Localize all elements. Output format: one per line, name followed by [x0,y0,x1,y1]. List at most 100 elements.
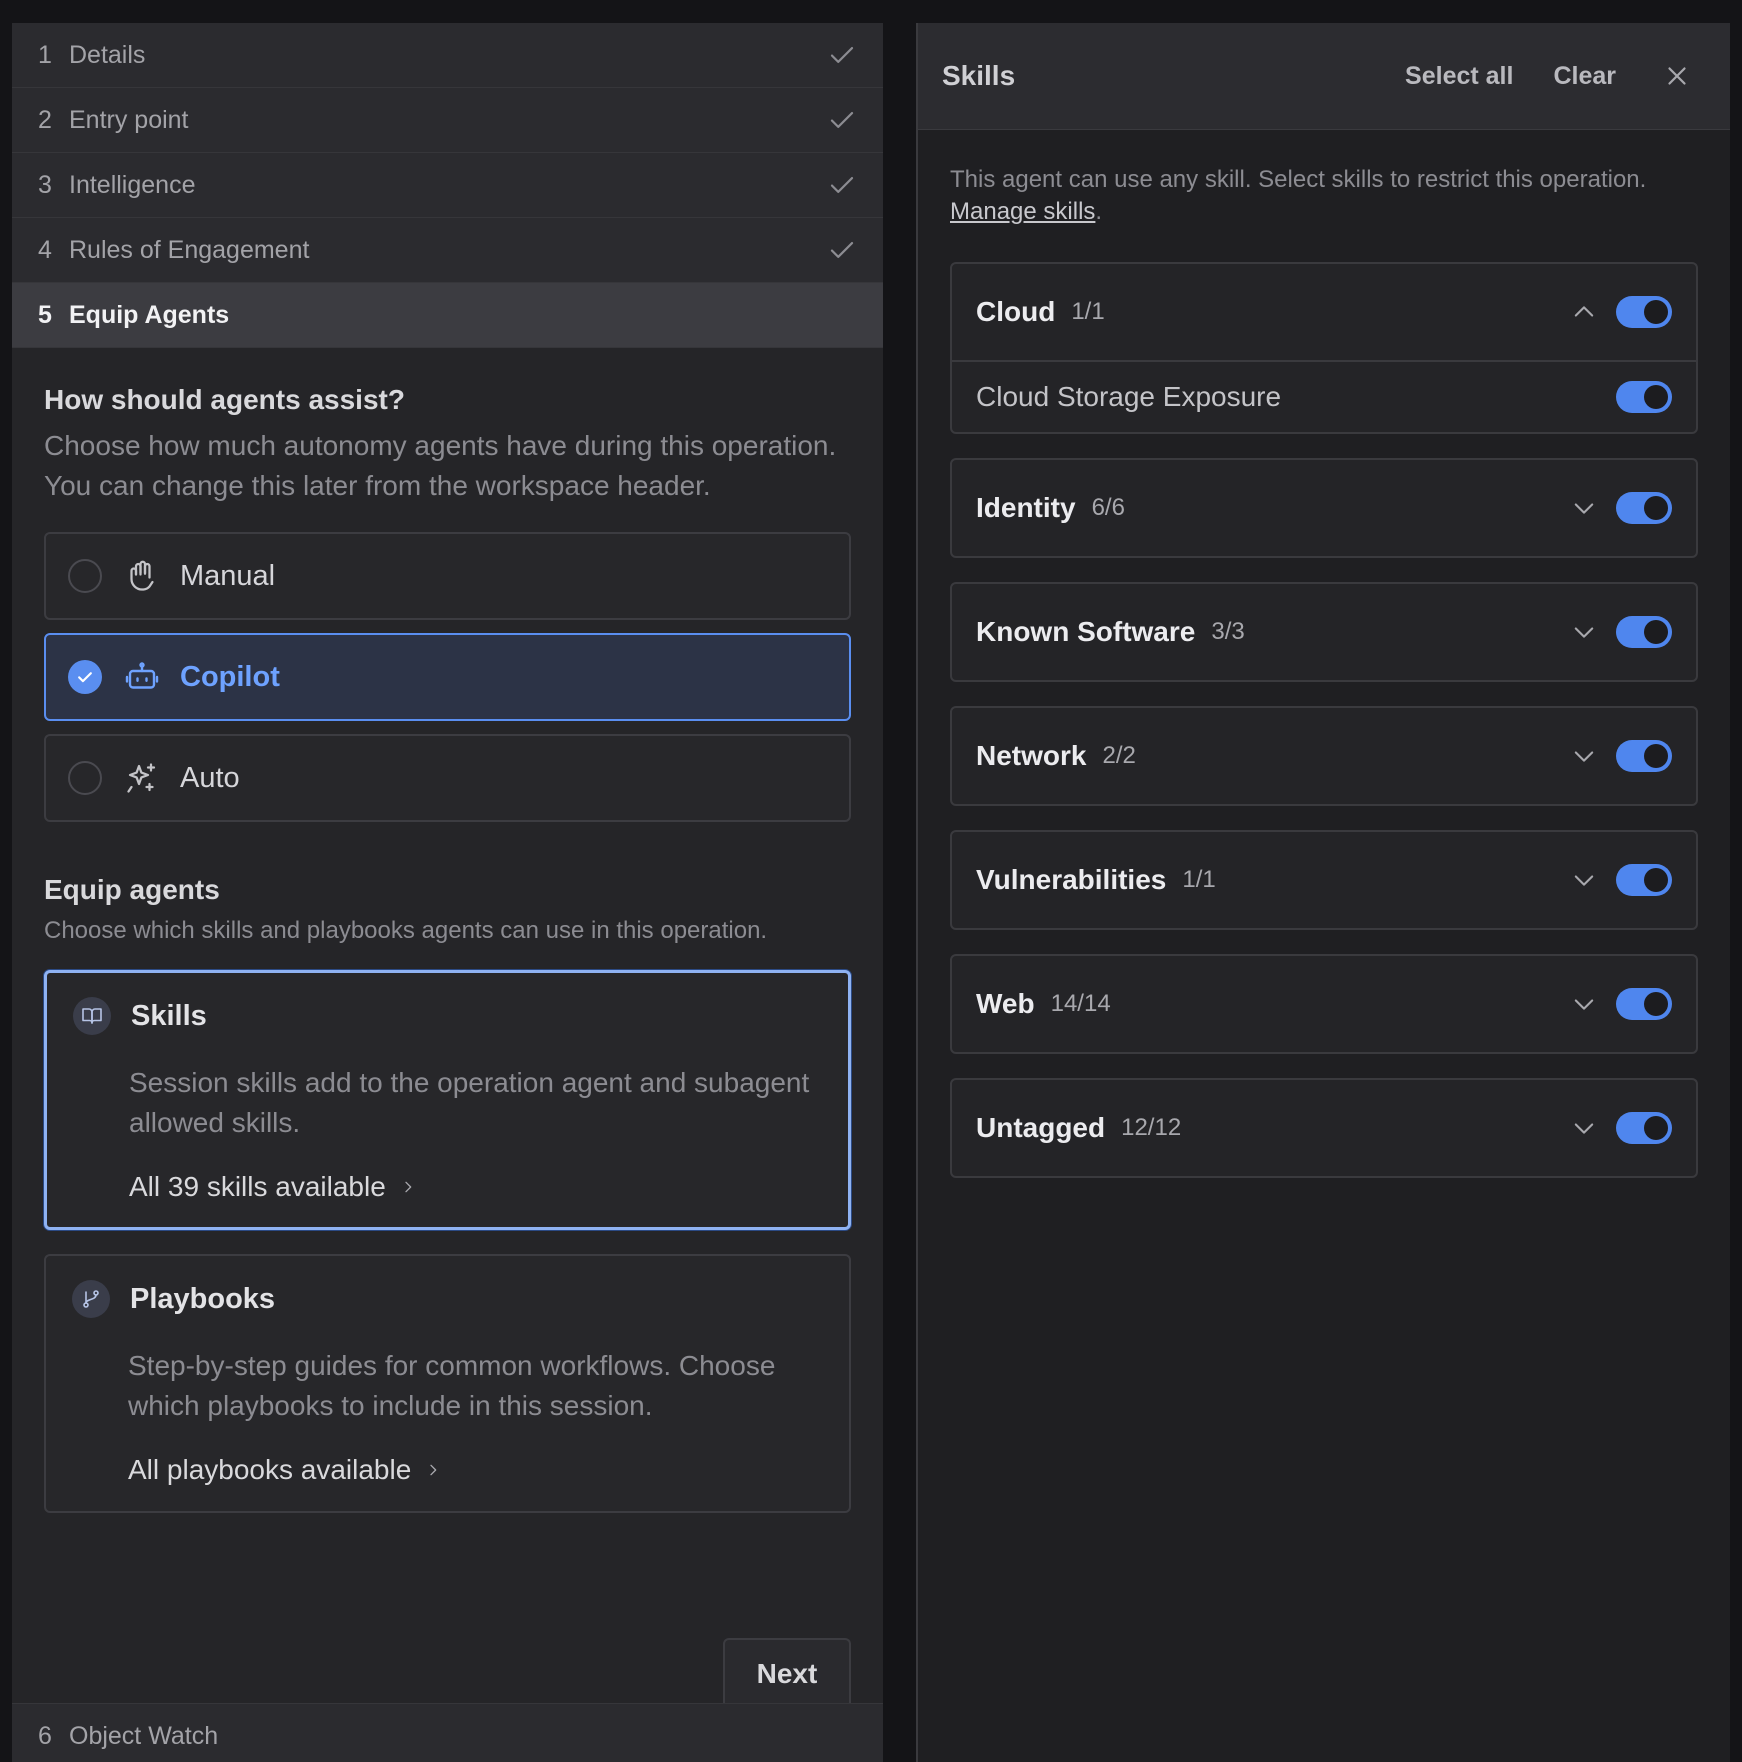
check-icon [78,672,92,683]
robot-icon [125,662,159,689]
sparkles-icon [127,763,156,793]
clear-button[interactable]: Clear [1553,62,1616,91]
category-header[interactable]: Vulnerabilities 1/1 [952,832,1696,928]
step-label: Entry point [69,105,189,134]
category-count: 12/12 [1121,1114,1182,1141]
check-icon [830,242,854,258]
equip-title: Equip agents [44,874,220,905]
category-header[interactable]: Web 14/14 [952,956,1696,1052]
toggle-knob [1644,992,1668,1016]
toggle-knob [1644,496,1668,520]
step-number: 1 [38,40,52,69]
skill-name: Cloud Storage Exposure [976,381,1282,412]
step-label: Rules of Engagement [69,235,310,264]
category-vulnerabilities: Vulnerabilities 1/1 [950,830,1698,930]
skills-card[interactable]: Skills Session skills add to the operati… [44,970,851,1230]
step-label: Details [69,40,146,69]
chevron-up-icon[interactable] [1570,298,1598,326]
step-object-watch[interactable]: 6 Object Watch [12,1703,883,1762]
category-header[interactable]: Known Software 3/3 [952,584,1696,680]
category-name: Untagged [976,1112,1106,1143]
step-number: 2 [38,105,52,134]
mode-option-copilot[interactable]: Copilot [44,633,851,721]
mode-label: Copilot [180,660,280,693]
category-cloud: Cloud 1/1 Cloud Storage Exposure [950,262,1698,434]
step-entry-point[interactable]: 2 Entry point [12,88,883,153]
category-toggle[interactable] [1616,616,1672,648]
toggle-knob [1644,1116,1668,1140]
select-all-button[interactable]: Select all [1405,62,1513,91]
step-number: 5 [38,300,52,329]
category-name: Network [976,740,1087,771]
category-toggle[interactable] [1616,1112,1672,1144]
mode-options: Manual Copilot Auto [44,532,851,822]
skill-toggle[interactable] [1616,381,1672,413]
playbooks-card[interactable]: Playbooks Step-by-step guides for common… [44,1254,851,1513]
step-number: 6 [38,1721,52,1750]
check-icon [830,112,854,128]
hand-icon [130,560,154,591]
chevron-down-icon[interactable] [1570,494,1598,522]
radio-button[interactable] [68,559,102,593]
mode-label: Auto [180,761,240,794]
equip-agents-step-body: How should agents assist? Choose how muc… [12,384,883,1513]
skill-row[interactable]: Cloud Storage Exposure [952,360,1696,432]
category-toggle[interactable] [1616,296,1672,328]
category-toggle[interactable] [1616,988,1672,1020]
mode-option-auto[interactable]: Auto [44,734,851,822]
radio-button-checked[interactable] [68,660,102,694]
chevron-down-icon[interactable] [1570,618,1598,646]
intro-period: . [1095,198,1103,225]
step-number: 4 [38,235,52,264]
toggle-knob [1644,300,1668,324]
close-icon[interactable] [1662,61,1692,91]
mode-option-manual[interactable]: Manual [44,532,851,620]
category-header[interactable]: Network 2/2 [952,708,1696,804]
category-toggle[interactable] [1616,864,1672,896]
category-header[interactable]: Untagged 12/12 [952,1080,1696,1176]
next-button[interactable]: Next [723,1638,851,1708]
category-count: 1/1 [1071,298,1105,325]
chevron-down-icon[interactable] [1570,990,1598,1018]
category-web: Web 14/14 [950,954,1698,1054]
category-header[interactable]: Cloud 1/1 [952,264,1696,360]
equip-description: Choose which skills and playbooks agents… [44,917,768,944]
step-rules-of-engagement[interactable]: 4 Rules of Engagement [12,218,883,283]
chevron-down-icon[interactable] [1570,866,1598,894]
skills-available-label: All 39 skills available [129,1171,386,1202]
step-intelligence[interactable]: 3 Intelligence [12,153,883,218]
drawer-intro: This agent can use any skill. Select ski… [918,130,1730,228]
category-name: Vulnerabilities [976,864,1167,895]
category-count: 14/14 [1050,990,1111,1017]
category-count: 6/6 [1091,494,1125,521]
playbooks-available-label: All playbooks available [128,1454,412,1485]
chevron-down-icon[interactable] [1570,1114,1598,1142]
category-untagged: Untagged 12/12 [950,1078,1698,1178]
category-count: 3/3 [1211,618,1245,645]
category-name: Identity [976,492,1076,523]
skills-available-link[interactable]: All 39 skills available [129,1171,822,1203]
toggle-knob [1644,868,1668,892]
chevron-right-icon [430,1464,437,1476]
step-details[interactable]: 1 Details [12,23,883,88]
step-label: Object Watch [69,1721,219,1750]
skills-card-title: Skills [131,999,207,1032]
playbooks-card-header: Playbooks [72,1280,823,1318]
category-name: Cloud [976,296,1056,327]
category-count: 1/1 [1182,866,1216,893]
toggle-knob [1644,744,1668,768]
assist-title: How should agents assist? [44,384,405,415]
category-toggle[interactable] [1616,492,1672,524]
playbooks-available-link[interactable]: All playbooks available [128,1454,823,1486]
book-icon [73,997,111,1035]
category-header[interactable]: Identity 6/6 [952,460,1696,556]
check-icon [830,177,854,193]
wizard-panel: 1 Details 2 Entry point 3 Intelligence 4… [12,23,883,1762]
skills-card-description: Session skills add to the operation agen… [129,1067,810,1138]
toggle-knob [1644,620,1668,644]
step-equip-agents[interactable]: 5 Equip Agents [12,283,883,348]
category-toggle[interactable] [1616,740,1672,772]
radio-button[interactable] [68,761,102,795]
manage-skills-link[interactable]: Manage skills [950,198,1095,225]
chevron-down-icon[interactable] [1570,742,1598,770]
